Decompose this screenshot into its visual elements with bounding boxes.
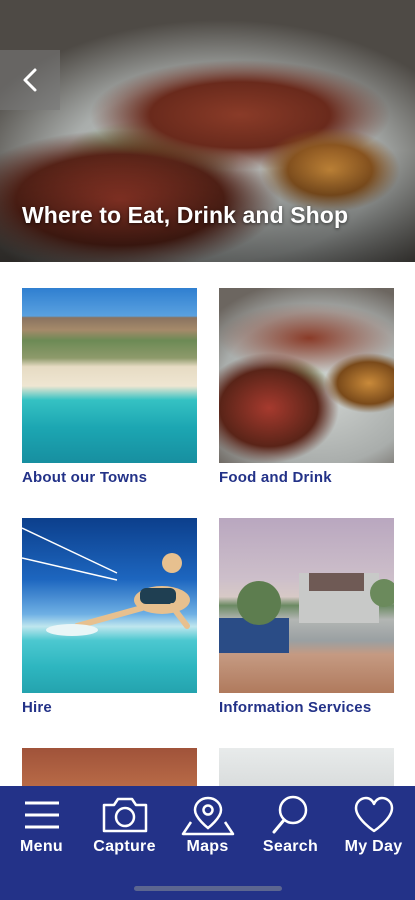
tile-image [219,748,394,788]
tile-partial-right[interactable] [219,748,394,788]
nav-label: Menu [20,838,63,855]
hero-banner-image: Where to Eat, Drink and Shop [0,0,415,262]
information-centre-image [219,518,394,693]
home-indicator[interactable] [134,886,282,891]
kitesurfer-graphic [22,527,190,636]
chevron-left-icon [23,68,37,92]
nav-capture[interactable]: Capture [83,794,166,856]
nav-label: Capture [93,838,156,855]
tile-about-our-towns[interactable]: About our Towns [22,288,197,486]
nav-search[interactable]: Search [249,794,332,856]
nav-menu[interactable]: Menu [0,794,83,856]
tile-image [22,748,197,788]
tile-label: About our Towns [22,469,148,486]
tile-label: Food and Drink [219,469,332,486]
bottom-navigation-bar: Menu Capture Maps Search My Day [0,786,415,900]
tile-label: Hire [22,699,52,716]
nav-maps[interactable]: Maps [166,794,249,856]
building-graphic [219,573,394,653]
tile-label: Information Services [219,699,372,716]
tile-information-services[interactable]: Information Services [219,518,394,716]
tile-food-and-drink[interactable]: Food and Drink [219,288,394,486]
tile-partial-left[interactable] [22,748,197,788]
hire-image [22,518,197,693]
page-title: Where to Eat, Drink and Shop [22,202,349,228]
nav-my-day[interactable]: My Day [332,794,415,856]
food-image [219,288,394,463]
menu-icon [24,801,59,829]
back-button[interactable] [0,50,60,110]
camera-icon [102,797,147,833]
map-pin-icon [181,796,234,836]
nav-label: My Day [344,838,403,855]
search-icon [272,795,307,834]
nav-label: Search [262,838,319,855]
heart-icon [354,796,393,833]
tile-hire[interactable]: Hire [22,518,197,716]
towns-image [22,288,197,463]
nav-label: Maps [186,838,229,855]
